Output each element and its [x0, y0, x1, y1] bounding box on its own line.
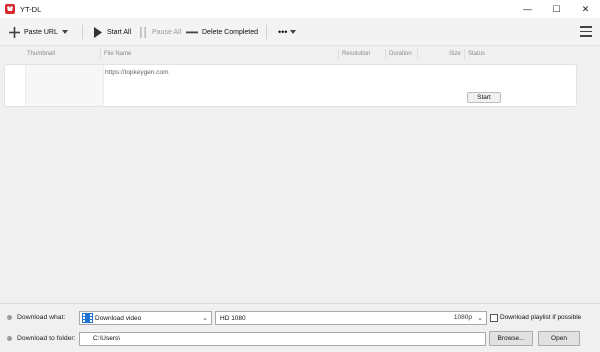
table-row[interactable]: https://topkeygen.com Start: [4, 64, 577, 107]
download-folder-row: Download to folder: C:\Users\ Browse... …: [0, 330, 600, 348]
thumbnail-cell: [25, 65, 103, 106]
start-all-label: Start All: [107, 28, 132, 36]
toolbar-divider: [82, 25, 83, 39]
chevron-down-icon: [290, 30, 297, 34]
column-divider: [417, 49, 418, 59]
folder-path-input[interactable]: C:\Users\: [79, 332, 486, 346]
close-button[interactable]: ✕: [571, 0, 600, 18]
column-status[interactable]: Status: [465, 46, 485, 62]
hamburger-menu-icon[interactable]: [580, 26, 592, 37]
open-button[interactable]: Open: [538, 331, 580, 346]
pause-all-label: Pause All: [152, 28, 182, 36]
column-file-name[interactable]: File Name: [101, 46, 131, 62]
bullet-icon: [7, 336, 12, 341]
cell-divider: [25, 65, 26, 106]
title-bar: YT-DL — ☐ ✕: [0, 0, 600, 18]
playlist-checkbox-label[interactable]: Download playlist if possible: [500, 309, 581, 327]
row-start-button[interactable]: Start: [467, 92, 501, 103]
maximize-button[interactable]: ☐: [542, 0, 571, 18]
chevron-down-icon: [62, 30, 68, 34]
download-folder-label: Download to folder:: [17, 335, 76, 342]
start-all-button[interactable]: Start All: [94, 18, 131, 46]
delete-completed-label: Delete Completed: [202, 28, 259, 36]
paste-url-dropdown[interactable]: [62, 18, 68, 46]
window-controls: — ☐ ✕: [513, 0, 600, 18]
download-what-label: Download what:: [17, 314, 66, 321]
bullet-icon: [7, 315, 12, 320]
app-logo-icon: [5, 4, 15, 14]
column-size[interactable]: Size: [446, 46, 461, 62]
chevron-down-icon: ⌄: [202, 315, 208, 322]
minimize-button[interactable]: —: [513, 0, 542, 18]
chevron-down-icon: ⌄: [477, 315, 483, 322]
quality-value: HD 1080: [220, 314, 246, 322]
download-options-panel: Download what: Download video ⌄ HD 1080 …: [0, 303, 600, 352]
row-file-name: https://topkeygen.com: [105, 69, 169, 76]
window-title: YT-DL: [20, 4, 42, 14]
download-list: Thumbnail File Name Resolution Duration …: [0, 46, 600, 298]
pause-all-button[interactable]: Pause All: [140, 18, 181, 46]
column-resolution[interactable]: Resolution: [339, 46, 370, 62]
minus-icon: [186, 31, 198, 33]
download-type-value: Download video: [95, 314, 142, 322]
paste-url-label: Paste URL: [24, 28, 58, 36]
toolbar-divider: [266, 25, 267, 39]
cell-divider: [103, 65, 104, 106]
browse-button[interactable]: Browse...: [489, 331, 533, 346]
table-header: Thumbnail File Name Resolution Duration …: [0, 46, 600, 62]
delete-completed-button[interactable]: Delete Completed: [186, 18, 258, 46]
play-icon: [94, 26, 102, 38]
toolbar: Paste URL Start All Pause All Delete Com…: [0, 18, 600, 46]
paste-url-button[interactable]: Paste URL: [9, 18, 58, 46]
column-duration[interactable]: Duration: [386, 46, 412, 62]
plus-icon: [9, 26, 20, 38]
column-thumbnail[interactable]: Thumbnail: [24, 46, 55, 62]
more-dots-icon: •••: [278, 27, 288, 37]
quality-select[interactable]: HD 1080 1080p ⌄: [215, 311, 487, 325]
more-menu-button[interactable]: •••: [278, 18, 297, 46]
quality-tag: 1080p: [453, 314, 472, 321]
download-type-select[interactable]: Download video ⌄: [79, 311, 212, 325]
film-icon: [82, 313, 93, 323]
download-what-row: Download what: Download video ⌄ HD 1080 …: [0, 309, 600, 327]
playlist-checkbox[interactable]: [490, 314, 498, 322]
pause-icon: [140, 26, 146, 38]
